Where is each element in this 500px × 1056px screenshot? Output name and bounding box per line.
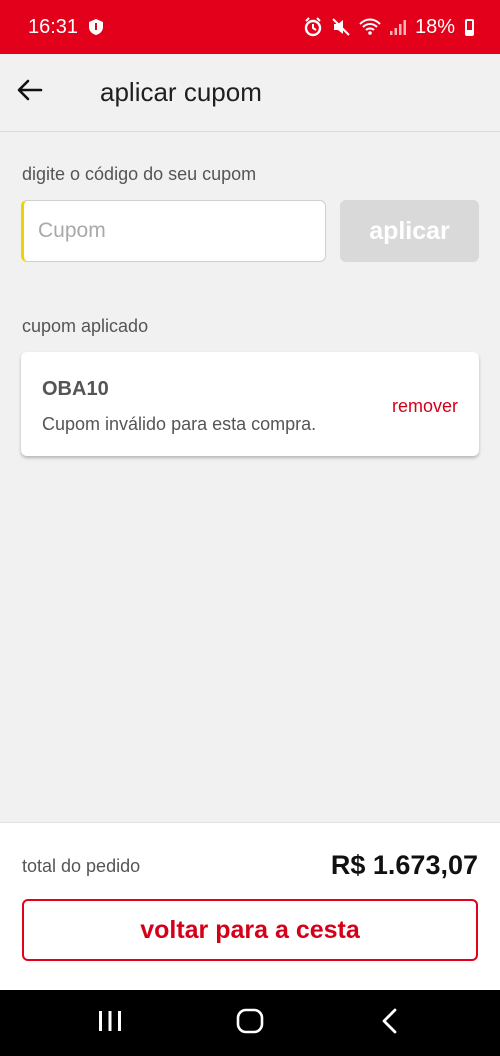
signal-icon xyxy=(389,18,407,36)
status-left: 16:31 xyxy=(28,16,104,39)
order-total-label: total do pedido xyxy=(22,856,141,876)
app-bar: aplicar cupom xyxy=(0,54,500,132)
arrow-left-icon xyxy=(17,79,43,106)
applied-coupon-card: OBA10 Cupom inválido para esta compra. r… xyxy=(21,352,479,456)
mute-icon xyxy=(331,17,351,37)
coupon-input[interactable] xyxy=(21,200,326,262)
system-back-button[interactable] xyxy=(350,990,430,1056)
apply-button[interactable]: aplicar xyxy=(340,200,479,262)
applied-coupon-label: cupom aplicado xyxy=(22,316,149,336)
system-nav-bar xyxy=(0,990,500,1056)
recent-apps-button[interactable] xyxy=(70,990,150,1056)
alarm-icon xyxy=(303,17,323,37)
order-total-value: R$ 1.673,07 xyxy=(330,850,478,880)
remove-coupon-link[interactable]: remover xyxy=(392,396,458,417)
wifi-icon xyxy=(359,18,381,36)
recent-apps-icon xyxy=(97,1010,123,1037)
back-to-basket-button[interactable]: voltar para a cesta xyxy=(22,899,478,961)
coupon-code-label: digite o código do seu cupom xyxy=(22,164,257,184)
home-icon xyxy=(236,1008,264,1039)
battery-percent: 18% xyxy=(414,15,455,38)
back-icon xyxy=(381,1008,399,1039)
coupon-status-message: Cupom inválido para esta compra. xyxy=(42,414,317,434)
status-time: 16:31 xyxy=(28,15,79,38)
home-button[interactable] xyxy=(210,990,290,1056)
page-title: aplicar cupom xyxy=(100,77,262,107)
battery-icon xyxy=(465,18,474,36)
status-bar: 16:31 18% xyxy=(0,0,500,54)
coupon-code: OBA10 xyxy=(42,378,109,400)
order-footer: total do pedido R$ 1.673,07 voltar para … xyxy=(0,822,500,990)
back-button[interactable] xyxy=(0,54,60,132)
status-right: 18% xyxy=(303,16,474,39)
shield-icon xyxy=(88,18,104,36)
